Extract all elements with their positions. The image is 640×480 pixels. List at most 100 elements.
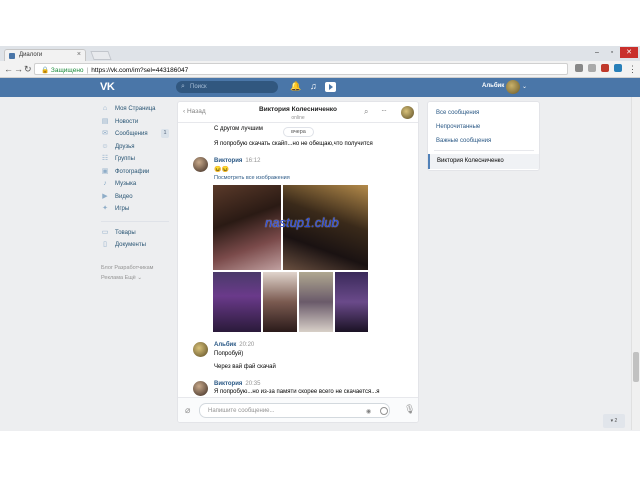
- maximize-button[interactable]: ▫: [605, 47, 619, 58]
- lock-icon: 🔒: [41, 67, 50, 74]
- dialog-header: ‹ Назад Виктория Колесниченко online ⌕ ·…: [178, 102, 418, 123]
- avatar[interactable]: [193, 381, 208, 396]
- sidebar-item-video[interactable]: ▶ Видео: [101, 192, 173, 205]
- filter-important[interactable]: Важные сообщения: [436, 138, 491, 144]
- forward-arrow-icon[interactable]: →: [14, 64, 23, 74]
- left-sidebar: ⌂ Моя Страница ▤ Новости ✉ Сообщения 1 ☺ Друз…: [101, 104, 173, 283]
- photo-thumbnail[interactable]: [335, 272, 368, 332]
- extension-icon[interactable]: [575, 64, 583, 72]
- music-note-icon[interactable]: ♫: [310, 81, 317, 91]
- search-icon[interactable]: ⌕: [364, 107, 368, 117]
- sidebar-footer-more[interactable]: Реклама Ещё ⌄: [101, 273, 173, 283]
- filter-unread[interactable]: Непрочитанные: [436, 124, 480, 130]
- sidebar-item-docs[interactable]: ▯ Документы: [101, 240, 173, 253]
- friends-icon: ☺: [101, 142, 109, 150]
- back-arrow-icon[interactable]: ←: [4, 64, 13, 74]
- compose-bar: ⌀ Напишите сообщение... ◉ 🎙: [178, 397, 418, 422]
- more-icon[interactable]: ···: [381, 106, 387, 115]
- browser-tabbar: Диалоги × – ▫ ✕: [0, 46, 640, 61]
- view-all-images-link[interactable]: Посмотреть все изображения: [214, 175, 290, 181]
- avatar[interactable]: [193, 157, 208, 172]
- dialog-filter-panel: Все сообщения Непрочитанные Важные сообщ…: [427, 101, 540, 171]
- message-text: Попробуй): [214, 351, 244, 357]
- message-input[interactable]: Напишите сообщение... ◉: [199, 403, 390, 418]
- play-icon[interactable]: [325, 82, 336, 92]
- extension-blue-icon[interactable]: [614, 64, 622, 72]
- sidebar-item-music[interactable]: ♪ Музыка: [101, 179, 173, 192]
- contact-avatar[interactable]: [401, 106, 414, 119]
- avatar[interactable]: [193, 342, 208, 357]
- message-author[interactable]: Альбик 20:20: [214, 342, 254, 348]
- home-icon: ⌂: [102, 105, 108, 112]
- vk-favicon-icon: [9, 53, 15, 59]
- address-bar: ← → ↻ 🔒 Защищено | https://vk.com/im?sel=4…: [0, 61, 640, 78]
- url-input[interactable]: 🔒 Защищено | https://vk.com/im?sel=4431860…: [34, 63, 568, 75]
- message-text: Я попробую скачать скайп...но не обещаю,…: [214, 141, 373, 147]
- header-user-name[interactable]: Альбик: [482, 83, 504, 89]
- filter-all-messages[interactable]: Все сообщения: [436, 110, 479, 116]
- sidebar-item-goods[interactable]: ▭ Товары: [101, 228, 173, 241]
- tab-close-icon[interactable]: ×: [77, 51, 81, 58]
- emoji-icon[interactable]: [380, 407, 388, 415]
- messages-badge: 1: [161, 129, 169, 138]
- message-history[interactable]: С другом лучшим вчера Я попробую скачать…: [178, 124, 418, 396]
- search-input[interactable]: ⌕ Поиск: [176, 81, 278, 93]
- messages-icon: ✉: [102, 130, 108, 137]
- url-text: https://vk.com/im?sel=443186047: [91, 67, 189, 74]
- sidebar-item-photos[interactable]: ▣ Фотографии: [101, 167, 173, 180]
- photos-icon: ▣: [101, 167, 109, 175]
- tab-title: Диалоги: [19, 52, 43, 58]
- news-icon: ▤: [101, 117, 109, 125]
- menu-icon[interactable]: ⋮: [628, 64, 637, 75]
- message-text: Через вай фай скачай: [214, 364, 276, 370]
- page-scrollbar[interactable]: [631, 97, 640, 430]
- camera-icon[interactable]: ◉: [366, 408, 371, 415]
- message-text: С другом лучшим: [214, 126, 263, 132]
- selected-dialog[interactable]: Виктория Колесниченко: [428, 154, 539, 169]
- docs-icon: ▯: [103, 241, 107, 248]
- dialog-panel: ‹ Назад Виктория Колесниченко online ⌕ ·…: [177, 101, 419, 423]
- panel-divider: [434, 150, 534, 151]
- games-icon: ✦: [102, 205, 108, 212]
- minimize-button[interactable]: –: [590, 47, 604, 58]
- new-tab-button[interactable]: [90, 51, 112, 60]
- star-icon[interactable]: [588, 64, 596, 72]
- extension-red-icon[interactable]: [601, 64, 609, 72]
- close-window-button[interactable]: ✕: [620, 47, 638, 58]
- date-divider: вчера: [283, 127, 314, 137]
- window-controls: – ▫ ✕: [590, 47, 638, 59]
- message-author[interactable]: Виктория 16:12: [214, 158, 260, 164]
- secure-label: Защищено: [50, 67, 84, 74]
- chevron-down-icon[interactable]: ⌄: [522, 83, 527, 90]
- watermark: nastup1.club: [265, 215, 339, 230]
- header-avatar[interactable]: [506, 80, 520, 94]
- vk-logo[interactable]: VK: [100, 81, 115, 93]
- sidebar-item-messages[interactable]: ✉ Сообщения 1: [101, 129, 173, 142]
- message-author[interactable]: Виктория 20:35: [214, 381, 260, 387]
- chat-toggle-button[interactable]: ▾ 2: [603, 414, 625, 428]
- photo-thumbnail[interactable]: [263, 272, 297, 332]
- bell-icon[interactable]: 🔔: [290, 81, 301, 92]
- scroll-thumb[interactable]: [633, 352, 639, 382]
- reload-icon[interactable]: ↻: [24, 64, 32, 75]
- groups-icon: ☷: [101, 155, 109, 162]
- sidebar-footer-links[interactable]: Блог Разработчикам: [101, 263, 173, 273]
- message-time: 20:20: [239, 342, 255, 348]
- microphone-icon[interactable]: 🎙: [404, 404, 415, 415]
- sidebar-item-friends[interactable]: ☺ Друзья: [101, 142, 173, 155]
- photo-thumbnail[interactable]: [213, 272, 261, 332]
- message-time: 20:35: [245, 381, 261, 387]
- sidebar-item-groups[interactable]: ☷ Группы: [101, 154, 173, 167]
- search-icon: ⌕: [181, 83, 185, 90]
- sidebar-item-games[interactable]: ✦ Игры: [101, 204, 173, 217]
- message-time: 16:12: [245, 158, 261, 164]
- sidebar-divider: [101, 220, 169, 222]
- sidebar-item-news[interactable]: ▤ Новости: [101, 117, 173, 130]
- video-icon: ▶: [102, 192, 108, 200]
- paperclip-icon[interactable]: ⌀: [185, 405, 190, 416]
- emoji-text: 😖😖: [214, 167, 229, 173]
- photo-thumbnail[interactable]: [299, 272, 333, 332]
- sidebar-item-my-page[interactable]: ⌂ Моя Страница: [101, 104, 173, 117]
- browser-tab[interactable]: Диалоги ×: [4, 49, 86, 61]
- music-icon: ♪: [103, 180, 107, 187]
